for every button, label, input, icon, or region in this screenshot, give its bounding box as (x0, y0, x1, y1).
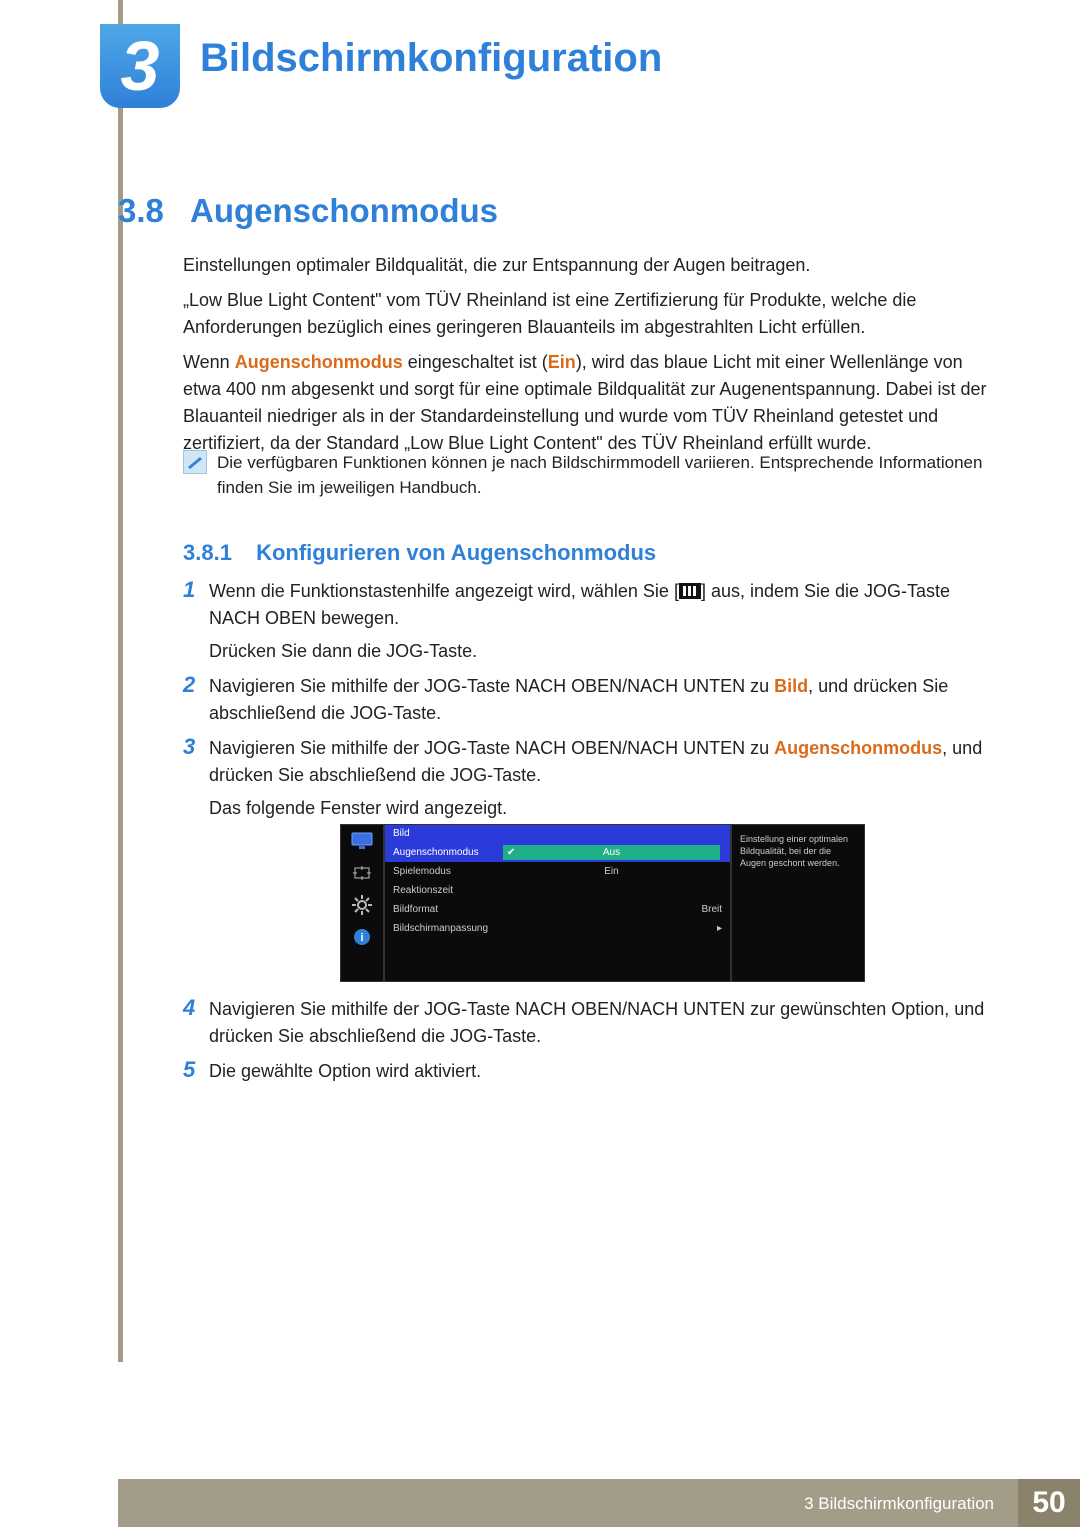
chevron-right-icon: ▸ (501, 923, 722, 934)
steps-list: 1 Wenn die Funktionstastenhilfe angezeig… (183, 578, 1005, 830)
osd-row-bildformat: Bildformat Breit (385, 900, 730, 919)
osd-row-spielemodus: Spielemodus Ein (385, 862, 730, 881)
step-number: 5 (183, 1058, 209, 1085)
highlight-augenschonmodus: Augenschonmodus (235, 352, 403, 372)
subsection-heading: 3.8.1 Konfigurieren von Augenschonmodus (183, 540, 656, 566)
chapter-number: 3 (121, 26, 160, 106)
step-number: 4 (183, 996, 209, 1050)
resize-icon (351, 863, 373, 883)
note-text: Die verfügbaren Funktionen können je nac… (217, 450, 1005, 500)
osd-hint-text: Einstellung einer optimalen Bildqualität… (740, 833, 856, 869)
highlight-bild: Bild (774, 676, 808, 696)
paragraph-1: Einstellungen optimaler Bildqualität, di… (183, 252, 1005, 279)
footer-bar: 3 Bildschirmkonfiguration 50 (118, 1479, 1080, 1527)
subsection-number: 3.8.1 (183, 540, 232, 565)
osd-menu: i Bild Augenschonmodus Aus Spielemodus E… (340, 824, 865, 982)
step-number: 1 (183, 578, 209, 665)
osd-hint-panel: Einstellung einer optimalen Bildqualität… (730, 825, 864, 981)
section-number: 3.8 (118, 192, 164, 230)
body-text: Einstellungen optimaler Bildqualität, di… (183, 252, 1005, 465)
svg-text:i: i (360, 932, 363, 944)
step-2: 2 Navigieren Sie mithilfe der JOG-Taste … (183, 673, 1005, 727)
note-row: Die verfügbaren Funktionen können je nac… (183, 450, 1005, 500)
osd-row-bildschirmanpassung: Bildschirmanpassung ▸ (385, 919, 730, 938)
highlight-augenschonmodus-2: Augenschonmodus (774, 738, 942, 758)
subsection-title: Konfigurieren von Augenschonmodus (256, 540, 656, 565)
step-1: 1 Wenn die Funktionstastenhilfe angezeig… (183, 578, 1005, 665)
chapter-number-tab: 3 (100, 24, 180, 108)
step-4: 4 Navigieren Sie mithilfe der JOG-Taste … (183, 996, 1005, 1050)
osd-row-augenschonmodus: Augenschonmodus Aus (385, 843, 730, 862)
chapter-title: Bildschirmkonfiguration (200, 36, 662, 81)
info-icon: i (351, 927, 373, 947)
paragraph-2b: Wenn Augenschonmodus eingeschaltet ist (… (183, 349, 1005, 457)
section-title: Augenschonmodus (190, 192, 498, 230)
osd-sidebar: i (341, 825, 385, 981)
paragraph-2a: „Low Blue Light Content" vom TÜV Rheinla… (183, 287, 1005, 341)
highlight-ein: Ein (548, 352, 576, 372)
step-number: 3 (183, 735, 209, 822)
footer-page-number: 50 (1018, 1479, 1080, 1527)
menu-icon (679, 580, 701, 596)
step-3: 3 Navigieren Sie mithilfe der JOG-Taste … (183, 735, 1005, 822)
note-icon (183, 450, 207, 474)
osd-value-selected: Aus (503, 845, 720, 860)
osd-header: Bild (385, 825, 730, 843)
gear-icon (351, 895, 373, 915)
osd-main: Bild Augenschonmodus Aus Spielemodus Ein… (385, 825, 730, 981)
monitor-icon (351, 831, 373, 851)
footer-label: 3 Bildschirmkonfiguration (804, 1480, 1008, 1528)
steps-list-2: 4 Navigieren Sie mithilfe der JOG-Taste … (183, 996, 1005, 1093)
osd-row-reaktionszeit: Reaktionszeit (385, 881, 730, 900)
step-5: 5 Die gewählte Option wird aktiviert. (183, 1058, 1005, 1085)
step-number: 2 (183, 673, 209, 727)
